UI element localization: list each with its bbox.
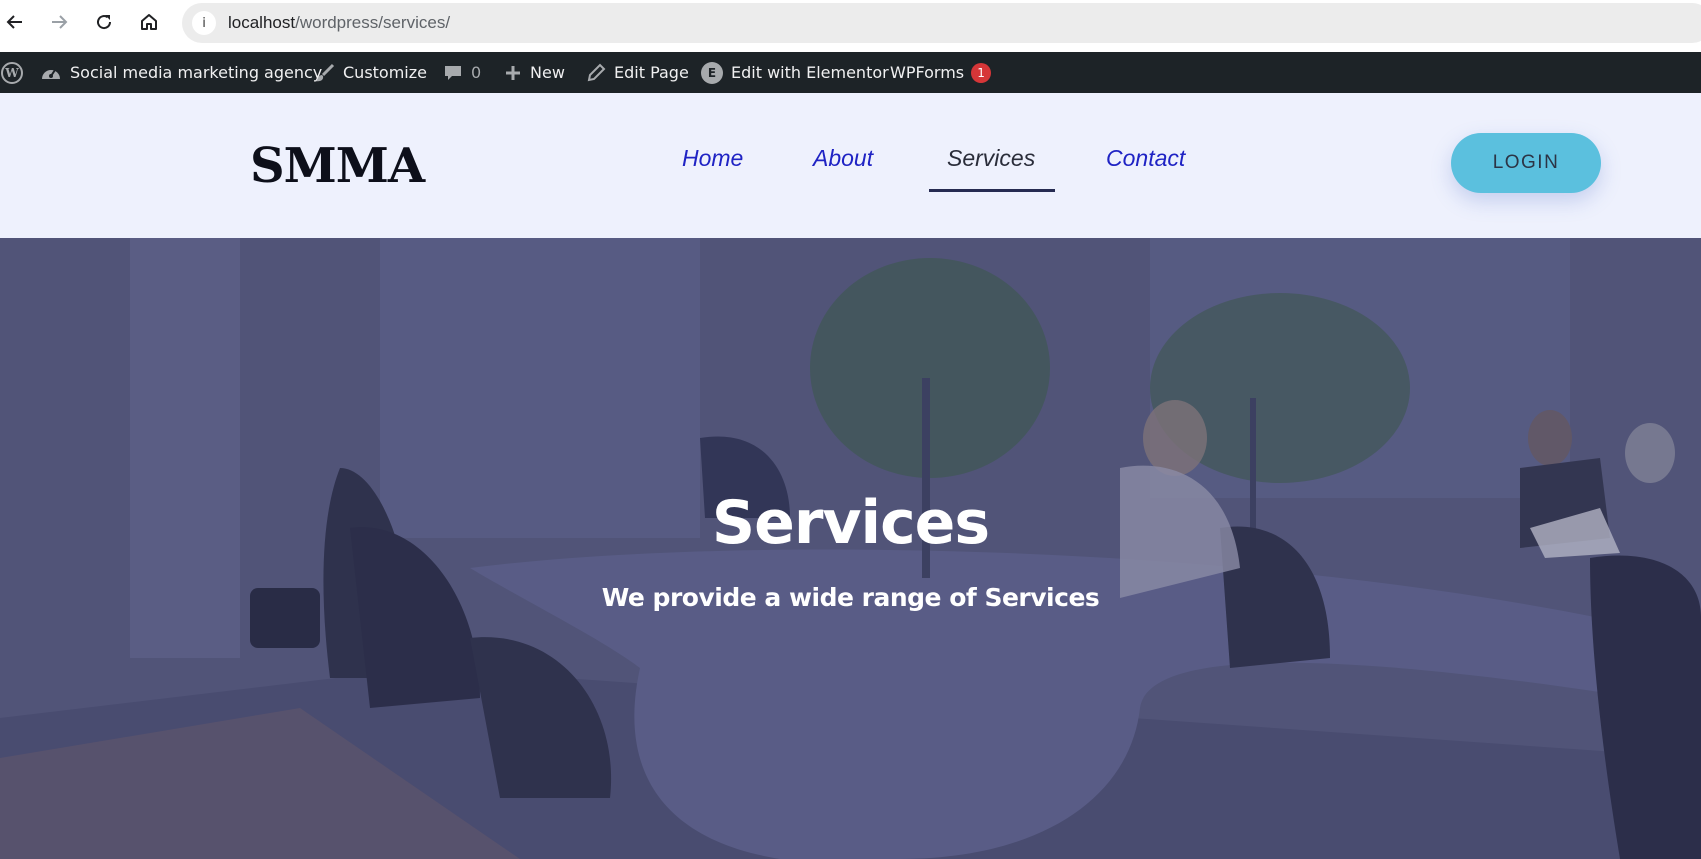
wpforms-label: WPForms	[890, 63, 965, 82]
wpforms-menu[interactable]: WPForms 1	[890, 52, 992, 93]
back-arrow-icon[interactable]	[4, 11, 26, 33]
elementor-icon: E	[701, 61, 723, 84]
site-logo[interactable]: SMMA	[250, 138, 425, 194]
url-host: localhost	[228, 13, 296, 32]
edit-with-elementor-link[interactable]: E Edit with Elementor	[701, 52, 889, 93]
hero-section: Services We provide a wide range of Serv…	[0, 238, 1701, 859]
new-label: New	[530, 63, 565, 82]
nav-services[interactable]: Services	[947, 145, 1035, 172]
site-header: SMMA Home About Services Contact LOGIN	[0, 93, 1701, 238]
wordpress-menu[interactable]: W	[0, 52, 24, 93]
forward-arrow-icon[interactable]	[48, 11, 70, 33]
comments-link[interactable]: 0	[443, 52, 481, 93]
browser-toolbar: i localhost/wordpress/services/	[0, 0, 1701, 44]
hero-title: Services	[711, 488, 990, 558]
home-icon[interactable]	[138, 11, 160, 33]
dashboard-gauge-icon	[40, 63, 62, 83]
nav-contact[interactable]: Contact	[1106, 145, 1185, 172]
site-info-icon[interactable]: i	[192, 11, 216, 35]
nav-home[interactable]: Home	[682, 145, 743, 172]
hero-subtitle: We provide a wide range of Services	[601, 583, 1100, 612]
address-bar[interactable]: i localhost/wordpress/services/	[182, 3, 1701, 43]
wordpress-logo-icon: W	[1, 61, 23, 84]
edit-page-link[interactable]: Edit Page	[586, 52, 689, 93]
pencil-icon	[586, 63, 606, 83]
comments-count: 0	[471, 63, 482, 82]
edit-page-label: Edit Page	[614, 63, 689, 82]
nav-about[interactable]: About	[813, 145, 873, 172]
customize-label: Customize	[343, 63, 427, 82]
url-path: /wordpress/services/	[295, 13, 451, 32]
site-name-label: Social media marketing agency	[70, 63, 323, 82]
plus-icon	[504, 64, 522, 82]
customize-link[interactable]: Customize	[315, 52, 427, 93]
paintbrush-icon	[315, 63, 335, 83]
wp-admin-bar: W Social media marketing agency Customiz…	[0, 52, 1701, 93]
edit-elementor-label: Edit with Elementor	[731, 63, 889, 82]
comment-bubble-icon	[443, 63, 463, 83]
reload-icon[interactable]	[93, 11, 115, 33]
active-nav-indicator	[929, 189, 1055, 192]
login-button[interactable]: LOGIN	[1451, 133, 1601, 193]
new-content-menu[interactable]: New	[504, 52, 565, 93]
site-name-menu[interactable]: Social media marketing agency	[40, 52, 322, 93]
wpforms-notification-badge: 1	[971, 62, 992, 83]
url-text: localhost/wordpress/services/	[228, 13, 450, 33]
